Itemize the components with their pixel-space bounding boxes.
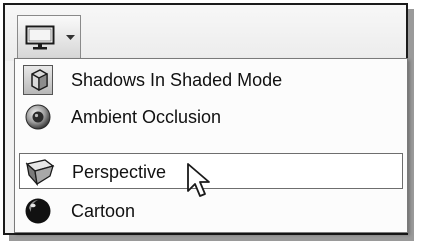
mouse-pointer-icon	[187, 163, 210, 197]
menu-item-label: Ambient Occlusion	[71, 107, 222, 127]
chevron-down-icon	[66, 35, 75, 40]
screenshot-frame: Shadows In Shaded Mode Ambient Occlusion…	[3, 3, 408, 235]
shadow-cube-icon	[23, 65, 53, 95]
menu-item-label: Perspective	[72, 162, 167, 182]
menu-item-ambient-occlusion[interactable]: Ambient Occlusion	[19, 99, 403, 135]
display-style-dropdown-button[interactable]	[17, 15, 81, 59]
display-options-menu: Shadows In Shaded Mode Ambient Occlusion…	[14, 58, 408, 233]
perspective-box-icon	[24, 157, 55, 187]
cartoon-sphere-icon	[23, 196, 53, 226]
ambient-occlusion-icon	[23, 102, 53, 132]
menu-item-shadows-in-shaded-mode[interactable]: Shadows In Shaded Mode	[19, 62, 403, 98]
monitor-icon	[25, 25, 55, 50]
menu-item-label: Cartoon	[71, 201, 136, 221]
menu-item-label: Shadows In Shaded Mode	[71, 70, 283, 90]
toolbar	[5, 5, 406, 61]
